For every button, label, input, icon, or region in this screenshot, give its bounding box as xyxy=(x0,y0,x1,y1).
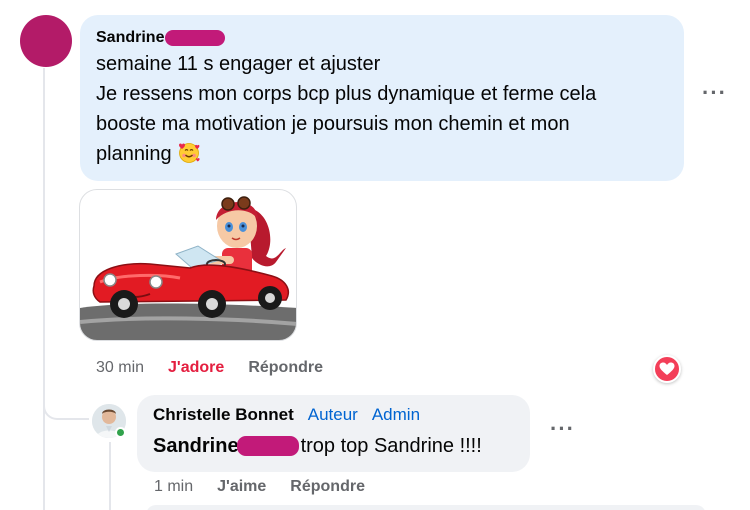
online-status-indicator xyxy=(115,427,126,438)
heart-icon[interactable] xyxy=(653,355,681,383)
more-options-icon[interactable]: ··· xyxy=(702,82,727,104)
admin-badge: Admin xyxy=(371,405,421,424)
more-options-icon[interactable]: ··· xyxy=(550,418,575,440)
comment-line: Je ressens mon corps bcp plus dynamique … xyxy=(96,83,597,105)
comment-actions: 30 min J'adore Répondre xyxy=(96,359,323,377)
like-button[interactable]: J'aime xyxy=(217,478,266,496)
avatar[interactable] xyxy=(20,15,72,67)
reply-timestamp[interactable]: 1 min xyxy=(154,478,193,496)
reply-bubble: Christelle Bonnet Auteur Admin Sandrine … xyxy=(137,395,530,472)
smiling-face-with-hearts-icon xyxy=(179,143,200,163)
reply-thread-line xyxy=(109,442,111,510)
comment-line-last: planning xyxy=(96,139,668,169)
comment-line: booste ma motivation je poursuis mon che… xyxy=(96,113,570,135)
thread-connector xyxy=(43,380,89,420)
redaction-mark xyxy=(165,30,226,46)
reply-author[interactable]: Christelle Bonnet xyxy=(153,405,294,425)
redaction-mark xyxy=(236,436,299,456)
reply-actions: 1 min J'aime Répondre xyxy=(154,478,365,496)
comment-sticker[interactable] xyxy=(79,189,297,341)
author-badge: Auteur xyxy=(307,405,358,424)
thread-line xyxy=(43,68,45,510)
comment-bubble: Sandrine semaine 11 s engager et ajuster… xyxy=(80,15,684,181)
next-comment-bubble xyxy=(146,505,706,510)
reply-button[interactable]: Répondre xyxy=(248,359,323,377)
comment-author[interactable]: Sandrine xyxy=(96,29,164,47)
love-reaction-button[interactable]: J'adore xyxy=(168,359,224,377)
reply-text: Sandrine trop top Sandrine !!!! xyxy=(153,431,514,461)
comment-timestamp[interactable]: 30 min xyxy=(96,359,144,377)
car-sticker-image xyxy=(80,196,296,340)
reply-message: trop top Sandrine !!!! xyxy=(300,435,482,457)
reply-button[interactable]: Répondre xyxy=(290,478,365,496)
comment-line: semaine 11 s engager et ajuster xyxy=(96,53,381,75)
mention-link[interactable]: Sandrine xyxy=(153,431,239,461)
